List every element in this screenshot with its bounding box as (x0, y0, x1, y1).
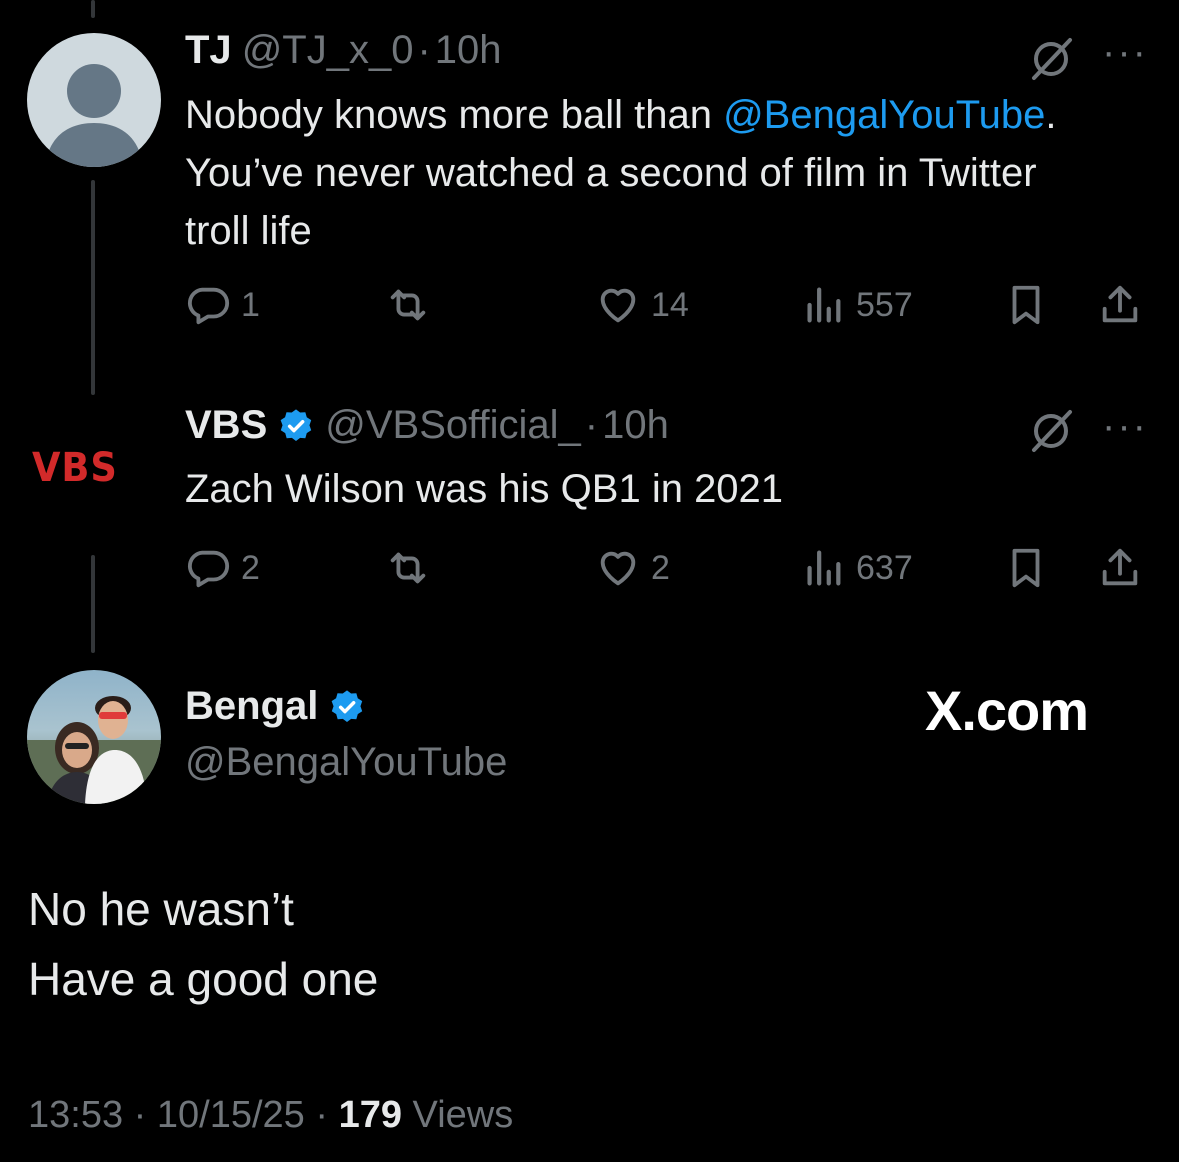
views-icon (807, 287, 841, 323)
author-handle[interactable]: @TJ_x_0 (242, 28, 414, 73)
mention-link[interactable]: @BengalYouTube (723, 93, 1045, 137)
views-button[interactable]: 557 (800, 280, 913, 330)
grok-icon[interactable] (1026, 406, 1076, 461)
like-count: 2 (651, 548, 670, 587)
timestamp[interactable]: 10h (602, 403, 669, 448)
thread-line-2 (91, 555, 95, 653)
reply-count: 2 (241, 548, 260, 587)
share-icon (1102, 285, 1138, 323)
bookmark-icon (1012, 548, 1040, 588)
thread-line-top (91, 0, 95, 18)
reply-icon (188, 287, 230, 325)
author-name[interactable]: TJ (185, 28, 232, 73)
main-author-header: Bengal (185, 684, 366, 729)
more-options-icon[interactable]: ··· (1102, 30, 1148, 75)
author-name[interactable]: Bengal (185, 684, 318, 729)
timestamp[interactable]: 10h (435, 28, 502, 73)
views-button[interactable]: 637 (800, 543, 913, 593)
like-button[interactable]: 2 (595, 543, 670, 593)
more-options-icon[interactable]: ··· (1102, 404, 1148, 449)
reply-button[interactable]: 1 (185, 280, 260, 330)
views-count: 637 (856, 548, 913, 587)
verified-badge-icon (328, 688, 366, 726)
reply-icon (188, 550, 230, 588)
like-button[interactable]: 14 (595, 280, 689, 330)
avatar-default[interactable] (27, 33, 161, 167)
separator: · (315, 1094, 329, 1136)
post-time[interactable]: 13:53 (28, 1094, 123, 1136)
xcom-watermark: X.com (925, 679, 1089, 742)
author-handle[interactable]: @VBSofficial_ (325, 403, 581, 448)
avatar-photo[interactable] (27, 670, 161, 804)
share-button[interactable] (1097, 543, 1143, 593)
heart-icon (600, 288, 636, 323)
tweet-meta: 13:53 · 10/15/25 · 179 Views (28, 1094, 513, 1137)
views-icon (807, 550, 841, 586)
tweet-actions: 2 2 637 (185, 543, 1145, 593)
separator: · (133, 1094, 147, 1136)
vbs-logo-text: VBS (32, 445, 118, 491)
main-tweet-line-2: Have a good one (28, 953, 379, 1005)
repost-button[interactable] (385, 543, 431, 593)
bookmark-button[interactable] (1003, 280, 1049, 330)
views-count: 557 (856, 285, 913, 324)
heart-icon (600, 551, 636, 586)
like-count: 14 (651, 285, 689, 324)
avatar-vbs[interactable]: VBS (32, 445, 142, 493)
reply-count: 1 (241, 285, 260, 324)
separator: · (417, 28, 431, 72)
tweet-header: TJ @TJ_x_0 · 10h (185, 28, 502, 73)
post-date[interactable]: 10/15/25 (157, 1094, 305, 1136)
share-button[interactable] (1097, 280, 1143, 330)
repost-button[interactable] (385, 280, 431, 330)
author-handle[interactable]: @BengalYouTube (185, 740, 507, 785)
views-count: 179 (338, 1094, 402, 1136)
bookmark-button[interactable] (1003, 543, 1049, 593)
thread-line-1 (91, 180, 95, 395)
tweet-header: VBS @VBSofficial_ · 10h (185, 403, 669, 448)
separator: · (584, 403, 599, 447)
author-name[interactable]: VBS (185, 403, 267, 448)
tweet-text: Nobody knows more ball than @BengalYouTu… (185, 86, 1085, 260)
bookmark-icon (1012, 285, 1040, 325)
profile-photo-icon (27, 696, 161, 804)
main-tweet-line-1: No he wasn’t (28, 883, 294, 935)
repost-icon (390, 552, 426, 584)
verified-badge-icon (277, 407, 315, 445)
repost-icon (390, 289, 426, 321)
tweet-text: Zach Wilson was his QB1 in 2021 (185, 467, 784, 511)
views-label: Views (412, 1094, 514, 1136)
grok-icon[interactable] (1026, 34, 1076, 89)
reply-button[interactable]: 2 (185, 543, 260, 593)
default-avatar-icon (45, 64, 143, 167)
tweet-text-part: Nobody knows more ball than (185, 93, 724, 137)
share-icon (1102, 548, 1138, 586)
tweet-actions: 1 14 557 (185, 280, 1145, 330)
